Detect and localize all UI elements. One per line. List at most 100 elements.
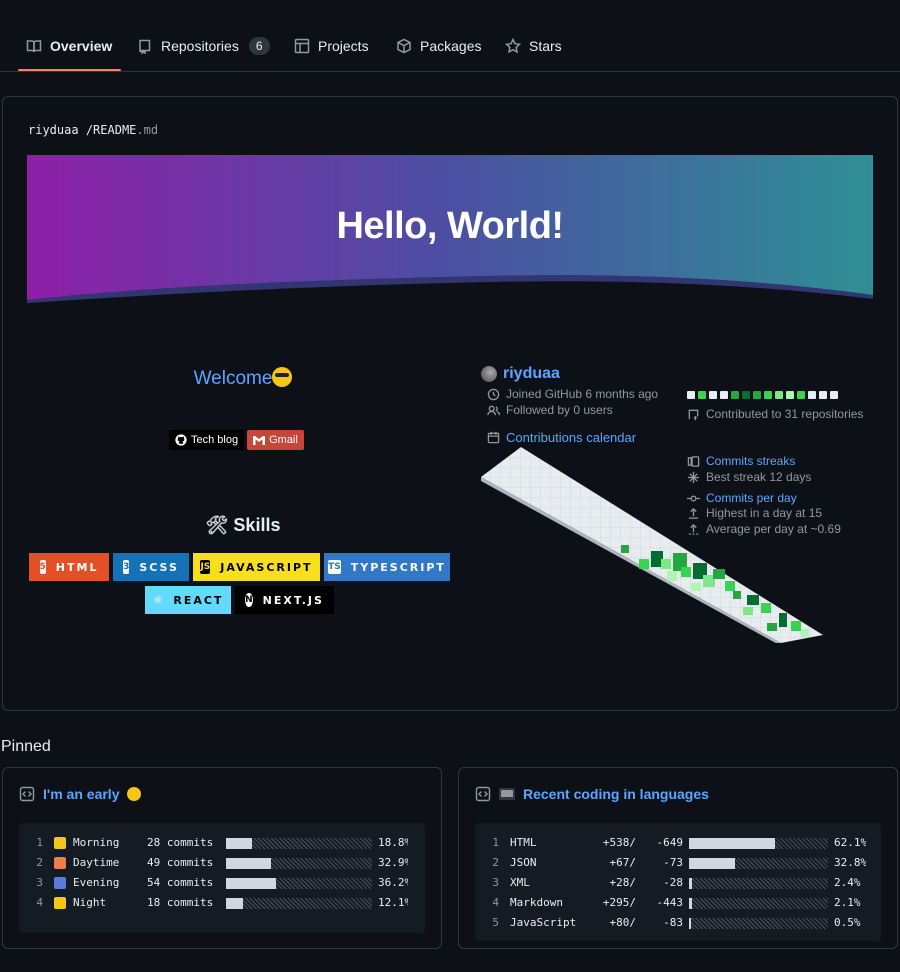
languages-code-block: 1 HTML +538/ -649 62.1% 2 JSON +67/ -73 32.8% 3 XML… (475, 823, 881, 941)
github-icon (175, 434, 187, 446)
period-name: Evening (73, 876, 120, 889)
skill-html-label: HTML (55, 560, 99, 574)
tab-stars[interactable]: Stars (505, 30, 562, 62)
percent-bar-fill (689, 838, 775, 849)
skill-scss-label: SCSS (139, 560, 179, 574)
pinned-card-languages-title[interactable]: Recent coding in languages (523, 786, 709, 802)
commit-count: 18 commits (147, 896, 214, 909)
row-number: 5 (492, 916, 499, 929)
highest-text: Highest in a day at 15 (706, 506, 823, 520)
commit-count: 28 commits (147, 836, 214, 849)
percent-value: 2.1% (834, 896, 861, 909)
tab-stars-label: Stars (529, 38, 562, 54)
streak-icon (687, 455, 700, 467)
book-icon (26, 40, 42, 53)
skill-typescript-badge: TS TYPESCRIPT (324, 553, 450, 581)
row-number: 3 (492, 876, 499, 889)
lines-added: +80/ (609, 916, 637, 929)
pinned-card-early-title[interactable]: I'm an early (43, 786, 119, 802)
skills-row-1: 5 HTML 3 SCSS JS JAVASCRIPT TS TYPESCRIP… (29, 553, 450, 581)
package-icon (397, 38, 411, 54)
joined-line: Joined GitHub 6 months ago (487, 387, 658, 401)
tab-projects[interactable]: Projects (294, 30, 369, 62)
percent-value: 18.8% (378, 836, 408, 849)
percent-value: 0.5% (834, 916, 861, 929)
percent-bar (689, 878, 828, 889)
average-icon (688, 523, 699, 535)
repositories-count-badge: 6 (248, 37, 270, 55)
activity-square (742, 391, 750, 399)
time-of-day-row: 2 Daytime 49 commits 32.9% (19, 853, 425, 873)
lines-added: +28/ (609, 876, 637, 889)
percent-bar-fill (226, 878, 276, 889)
readme-extension: .md (136, 123, 159, 137)
metrics-username[interactable]: riyduaa (503, 365, 560, 383)
joined-text: Joined GitHub 6 months ago (506, 387, 659, 401)
lines-deleted: -649 (656, 836, 684, 849)
activity-square (819, 391, 827, 399)
best-streak-text: Best streak 12 days (706, 470, 812, 484)
contributed-text: Contributed to 31 repositories (706, 407, 864, 421)
language-row: 4 Markdown +295/ -443 2.1% (475, 893, 881, 913)
tab-overview[interactable]: Overview (26, 30, 112, 62)
tech-blog-badge[interactable]: Tech blog (169, 430, 245, 450)
contributed-line: Contributed to 31 repositories (687, 407, 863, 421)
followed-text: Followed by 0 users (506, 403, 613, 417)
time-of-day-emoji-icon (54, 897, 66, 909)
code-square-icon (475, 786, 491, 802)
pinned-heading: Pinned (1, 738, 51, 755)
contributions-calendar-label: Contributions calendar (506, 430, 637, 445)
activity-square (698, 391, 706, 399)
period-name: Morning (73, 836, 120, 849)
tab-repositories-label: Repositories (161, 38, 239, 54)
js-icon: JS (200, 560, 211, 574)
percent-bar-fill (689, 918, 691, 929)
language-name: HTML (510, 836, 537, 849)
percent-value: 32.8% (834, 856, 866, 869)
arrow-up-icon (688, 507, 699, 519)
skill-nextjs-label: NEXT.JS (262, 593, 324, 607)
skills-heading: 🛠 Skills (143, 515, 343, 536)
commit-icon (687, 495, 700, 501)
nextjs-icon: N (245, 593, 253, 607)
skill-react-label: REACT (173, 593, 224, 607)
lines-deleted: -443 (656, 896, 684, 909)
time-of-day-code-block: 1 Morning 28 commits 18.8% 2 Daytime 49 commit… (19, 823, 425, 933)
tab-repositories[interactable]: Repositories 6 (137, 30, 270, 62)
sunglasses-emoji-icon (272, 367, 293, 387)
activity-square (797, 391, 805, 399)
skill-html-badge: 5 HTML (29, 553, 109, 581)
row-number: 2 (492, 856, 499, 869)
activity-square (786, 391, 794, 399)
readme-filename: README (93, 123, 137, 137)
time-of-day-emoji-icon (54, 877, 66, 889)
percent-bar-fill (226, 898, 243, 909)
tab-packages[interactable]: Packages (396, 30, 481, 62)
activity-square (709, 391, 717, 399)
lines-deleted: -28 (663, 876, 683, 889)
readme-owner-link[interactable]: riyduaa (28, 123, 79, 137)
laptop-emoji-icon (499, 788, 515, 800)
commits-streaks-label: Commits streaks (706, 454, 796, 468)
commits-streaks-heading: Commits streaks (687, 454, 795, 468)
banner-title: Hello, World! (336, 205, 564, 247)
percent-bar-fill (689, 858, 735, 869)
pinned-card-early-header: I'm an early (19, 786, 142, 802)
percent-bar (226, 878, 372, 889)
row-number: 3 (36, 876, 43, 889)
row-number: 4 (492, 896, 499, 909)
percent-value: 62.1% (834, 836, 866, 849)
gmail-badge[interactable]: Gmail (247, 430, 304, 450)
activity-square (775, 391, 783, 399)
gmail-label: Gmail (269, 434, 298, 446)
tab-overview-label: Overview (50, 38, 113, 54)
percent-bar (226, 858, 372, 869)
profile-tabs: Overview Repositories 6 Projects Package… (0, 0, 900, 72)
row-number: 1 (36, 836, 43, 849)
language-name: JSON (510, 856, 537, 869)
hello-banner: Hello, World! (27, 155, 873, 303)
readme-path: riyduaa /README.md (28, 123, 158, 137)
language-row: 3 XML +28/ -28 2.4% (475, 873, 881, 893)
language-name: JavaScript (510, 916, 577, 929)
percent-value: 12.1% (378, 896, 408, 909)
